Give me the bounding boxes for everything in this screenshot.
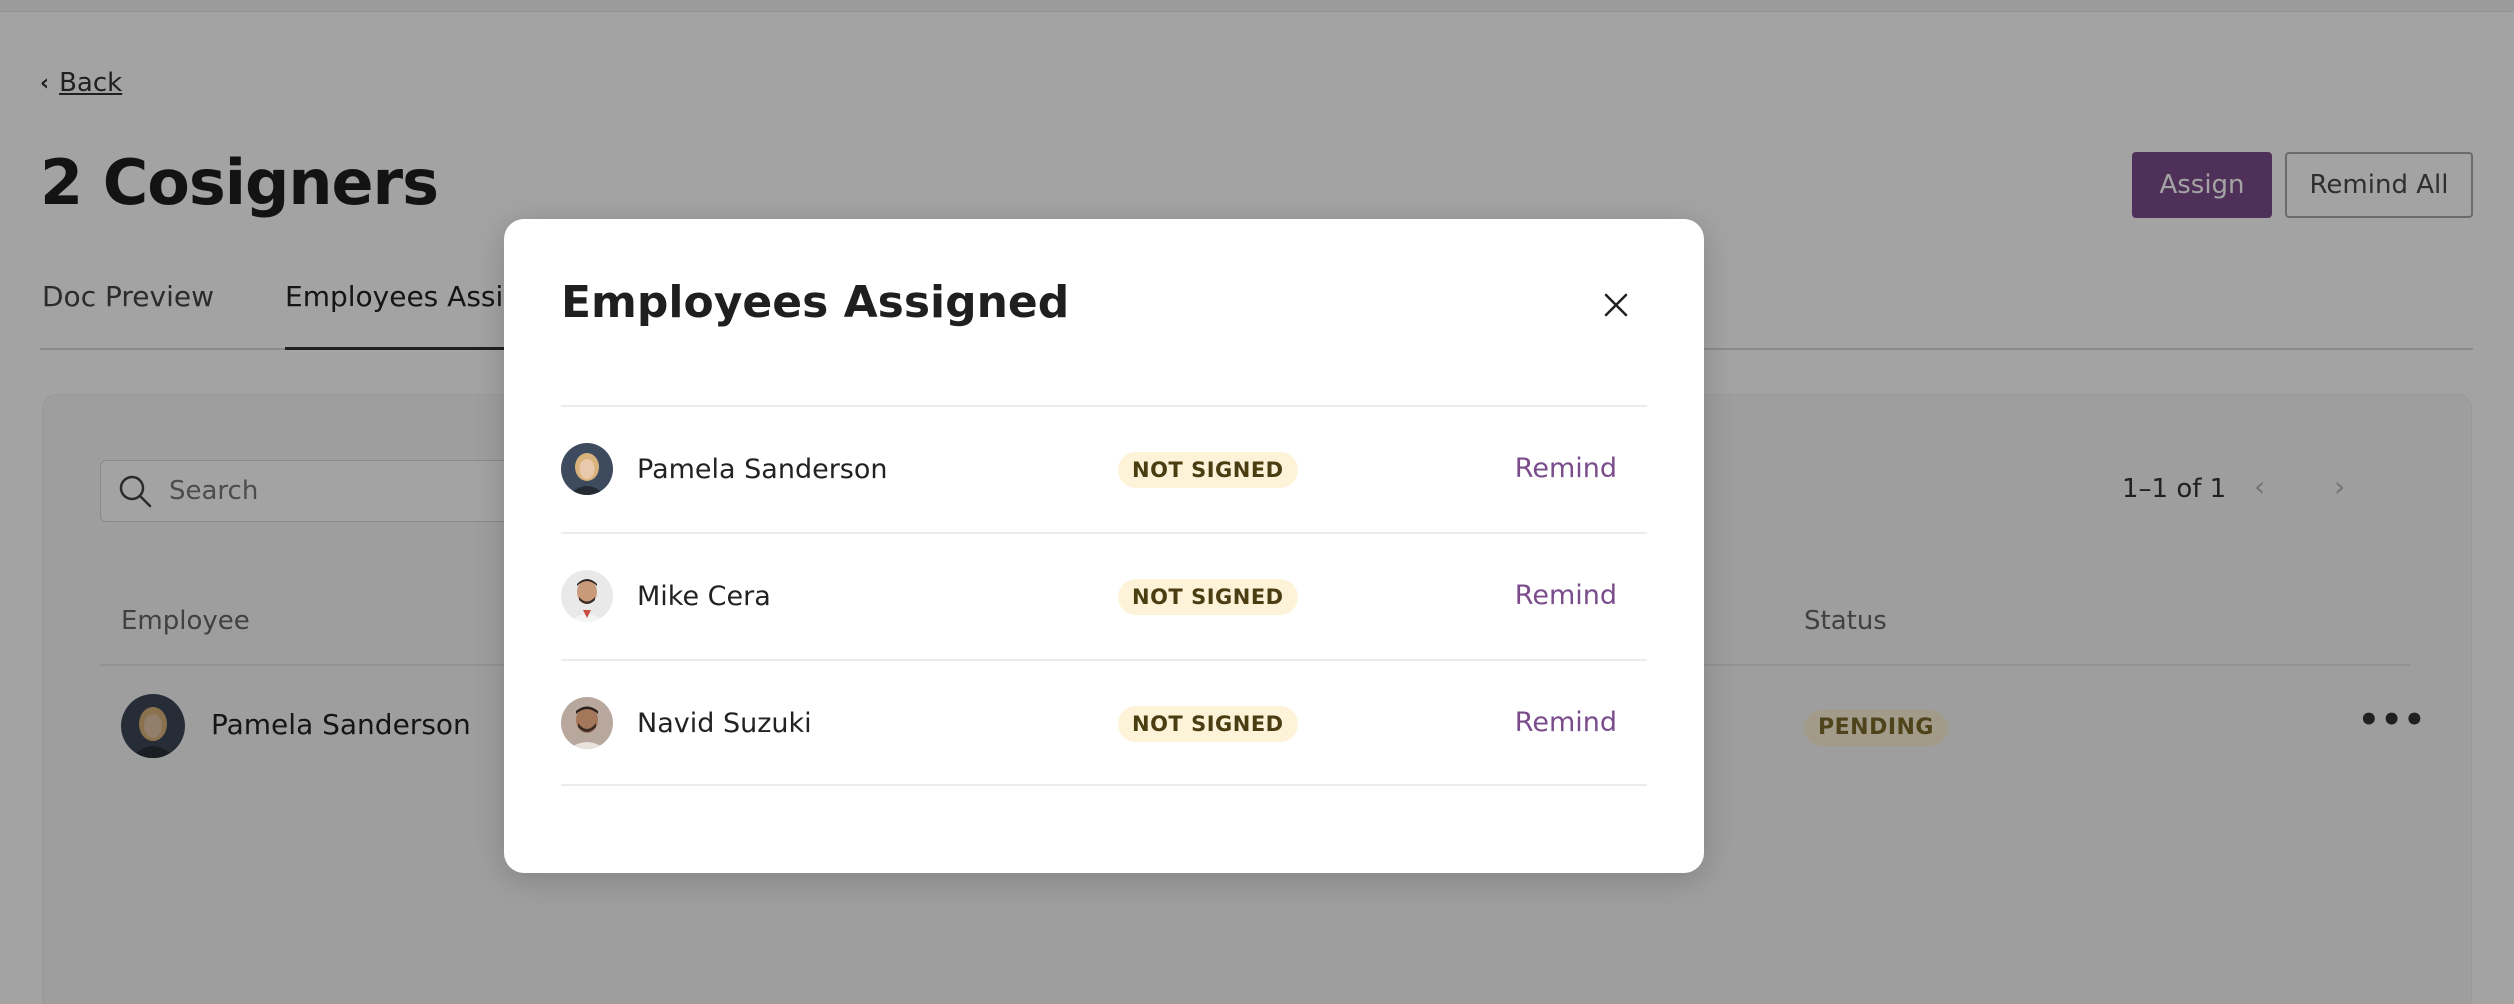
status-badge: NOT SIGNED [1118, 706, 1298, 742]
list-item: Pamela Sanderson NOT SIGNED Remind [561, 405, 1647, 532]
remind-button[interactable]: Remind [1515, 707, 1617, 738]
avatar [561, 443, 613, 495]
modal-title: Employees Assigned [561, 277, 1070, 328]
avatar [561, 697, 613, 749]
employee-name: Navid Suzuki [637, 708, 812, 739]
avatar [561, 570, 613, 622]
employees-assigned-modal: Employees Assigned Pamela Sanderson NOT … [504, 219, 1704, 873]
list-item: Mike Cera NOT SIGNED Remind [561, 532, 1647, 659]
remind-button[interactable]: Remind [1515, 580, 1617, 611]
employee-name: Pamela Sanderson [637, 454, 888, 485]
employee-name: Mike Cera [637, 581, 771, 612]
assigned-list: Pamela Sanderson NOT SIGNED Remind Mike … [561, 405, 1647, 786]
status-badge: NOT SIGNED [1118, 579, 1298, 615]
close-icon[interactable] [1592, 281, 1640, 329]
remind-button[interactable]: Remind [1515, 453, 1617, 484]
list-item: Navid Suzuki NOT SIGNED Remind [561, 659, 1647, 786]
status-badge: NOT SIGNED [1118, 452, 1298, 488]
